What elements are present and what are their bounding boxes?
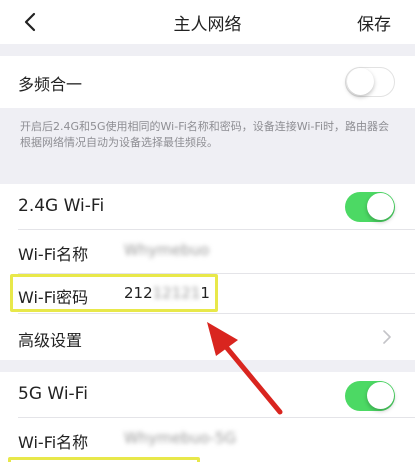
- wifi-24g-name-value: Whymebuo: [124, 241, 210, 259]
- wifi-24g-toggle[interactable]: [345, 192, 395, 222]
- toggle-knob: [366, 193, 394, 220]
- wifi-24g-name-row[interactable]: Wi-Fi名称 Whymebuo: [0, 230, 415, 274]
- toggle-knob: [366, 382, 394, 409]
- wifi-5g-label: 5G Wi-Fi: [18, 384, 88, 404]
- wifi-5g-row: 5G Wi-Fi: [0, 372, 415, 418]
- wifi-24g-label: 2.4G Wi-Fi: [18, 196, 105, 216]
- main-network-settings-page: 主人网络 保存 多频合一 开启后2.4G和5G使用相同的Wi-Fi名称和密码，设…: [0, 0, 415, 462]
- wifi-5g-name-value: Whymebuo-5G: [124, 429, 237, 447]
- advanced-settings-label: 高级设置: [18, 331, 83, 350]
- wifi-5g-name-row[interactable]: Wi-Fi名称 Whymebuo-5G: [0, 418, 415, 462]
- chevron-right-icon: [383, 330, 391, 344]
- dual-band-row: 多频合一: [0, 56, 415, 108]
- advanced-settings-row[interactable]: 高级设置: [0, 314, 415, 360]
- wifi-5g-toggle[interactable]: [345, 381, 395, 411]
- dual-band-toggle[interactable]: [345, 67, 395, 97]
- save-button[interactable]: 保存: [357, 10, 391, 35]
- password-highlight-box: [10, 274, 218, 312]
- wifi-5g-name-label: Wi-Fi名称: [18, 433, 89, 452]
- wifi-24g-name-label: Wi-Fi名称: [18, 245, 89, 264]
- dual-band-description: 开启后2.4G和5G使用相同的Wi-Fi名称和密码，设备连接Wi-Fi时，路由器…: [20, 120, 390, 149]
- navbar: 主人网络 保存: [0, 0, 415, 44]
- page-title: 主人网络: [173, 15, 242, 35]
- password-5g-highlight-box: [8, 457, 200, 462]
- wifi-24g-row: 2.4G Wi-Fi: [0, 184, 415, 230]
- dual-band-label: 多频合一: [18, 75, 83, 94]
- toggle-knob: [347, 68, 374, 95]
